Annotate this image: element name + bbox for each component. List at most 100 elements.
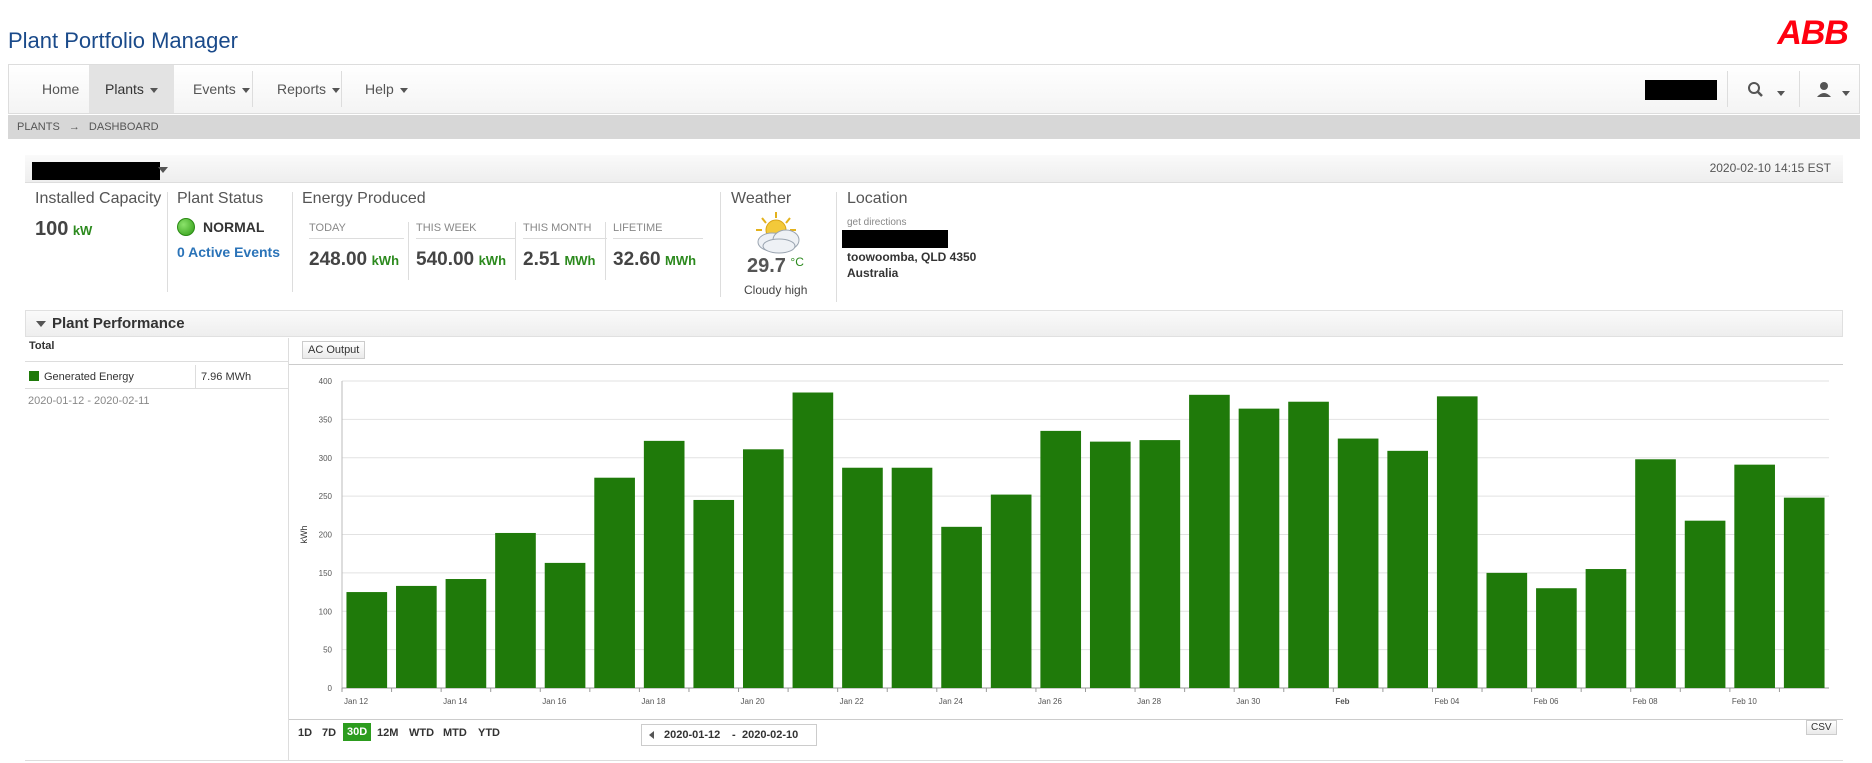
range-start: 2020-01-12 (664, 729, 721, 741)
cloudy-sun-icon (756, 212, 800, 254)
energy-month-label: THIS MONTH (523, 222, 607, 239)
y-tick-label: 100 (319, 607, 333, 616)
x-tick-label: Jan 18 (641, 697, 666, 706)
location-panel: Location (847, 190, 908, 208)
energy-today-unit: kWh (371, 253, 400, 268)
legend-total-header: Total (25, 338, 288, 362)
range-button-ytd[interactable]: YTD (478, 727, 500, 739)
energy-produced-title: Energy Produced (302, 190, 426, 207)
range-button-30d[interactable]: 30D (343, 723, 372, 741)
nav-help[interactable]: Help (349, 65, 424, 113)
ac-output-tab[interactable]: AC Output (302, 341, 366, 359)
legend-total-label: Total (29, 340, 55, 352)
bar-2020-01-25[interactable] (990, 494, 1032, 688)
range-button-1d[interactable]: 1D (298, 727, 312, 739)
bar-2020-01-17[interactable] (594, 477, 635, 688)
breadcrumb: PLANTS → DASHBOARD (8, 115, 1860, 139)
range-button-7d[interactable]: 7D (322, 727, 336, 739)
bar-2020-01-21[interactable] (792, 392, 834, 688)
bar-2020-01-30[interactable] (1238, 408, 1280, 688)
date-range-picker[interactable]: 2020-01-12 - 2020-02-10 (641, 724, 817, 746)
nav-events-label: Events (193, 81, 236, 97)
energy-week-value: 540.00 (416, 249, 475, 270)
timestamp: 2020-02-10 14:15 EST (1709, 161, 1831, 175)
bar-2020-01-14[interactable] (445, 579, 487, 688)
installed-capacity-value: 100 (35, 218, 69, 240)
bar-2020-02-06[interactable] (1585, 569, 1627, 688)
csv-button[interactable]: CSV (1806, 720, 1837, 735)
bar-2020-01-20[interactable] (742, 449, 784, 688)
nav-divider (1799, 71, 1800, 107)
bar-2020-02-04[interactable] (1486, 572, 1528, 688)
bar-2020-01-27[interactable] (1089, 441, 1131, 688)
bar-2020-02-10[interactable] (1783, 497, 1825, 688)
legend-series-value: 7.96 MWh (201, 371, 252, 383)
range-button-mtd[interactable]: MTD (443, 727, 467, 739)
range-button-wtd[interactable]: WTD (409, 727, 434, 739)
bar-2020-01-23[interactable] (891, 467, 933, 688)
breadcrumb-dashboard: DASHBOARD (88, 121, 159, 133)
bar-2020-01-24[interactable] (941, 526, 982, 688)
range-button-12m[interactable]: 12M (377, 727, 398, 739)
chevron-down-icon (332, 87, 341, 93)
plant-selector-dropdown[interactable] (157, 163, 169, 175)
plant-status-title: Plant Status (177, 190, 264, 207)
energy-lifetime-label: LIFETIME (613, 222, 703, 239)
nav-divider (341, 71, 342, 107)
bar-2020-02-08[interactable] (1684, 520, 1726, 688)
legend-series-label: Generated Energy (44, 371, 134, 383)
bar-2020-01-29[interactable] (1189, 394, 1230, 688)
kpi-divider (292, 192, 293, 292)
energy-bar-chart: 0 50 100 150 200 250 300 350 400 kWh Jan 12 Jan 14 J… (299, 377, 1829, 706)
nav-divider (252, 71, 253, 107)
search-icon (1748, 82, 1785, 97)
weather-temp: 29.7 (747, 255, 786, 277)
bar-2020-01-18[interactable] (643, 440, 685, 688)
x-tick-label: Feb 04 (1434, 697, 1459, 706)
x-tick-label: Jan 16 (542, 697, 567, 706)
energy-today: TODAY 248.00 kWh (309, 222, 404, 271)
abb-logo: ABB (1777, 14, 1849, 52)
bar-2020-02-05[interactable] (1536, 588, 1577, 688)
user-menu-button[interactable] (1809, 77, 1857, 103)
x-tick-label: Jan 22 (840, 697, 865, 706)
y-tick-label: 150 (319, 569, 333, 578)
nav-home[interactable]: Home (26, 65, 95, 113)
bar-2020-01-22[interactable] (842, 467, 883, 688)
bar-2020-01-19[interactable] (693, 499, 735, 688)
get-directions-link[interactable]: get directions (847, 217, 906, 228)
plant-performance-header[interactable]: Plant Performance (25, 310, 1843, 337)
redacted-plant-name (32, 162, 160, 180)
bar-2020-02-09[interactable] (1734, 464, 1775, 688)
bar-2020-01-16[interactable] (544, 562, 586, 688)
x-tick-label: Jan 26 (1038, 697, 1063, 706)
plant-status-value: NORMAL (203, 219, 265, 235)
bar-2020-02-07[interactable] (1635, 459, 1676, 688)
kpi-divider (408, 222, 409, 280)
x-tick-label: Jan 30 (1236, 697, 1261, 706)
search-menu-button[interactable] (1737, 77, 1797, 103)
location-city: toowoomba, QLD 4350 (847, 250, 977, 264)
chart-bottom-border (289, 719, 1843, 720)
breadcrumb-plants[interactable]: PLANTS (17, 121, 60, 133)
bar-2020-01-15[interactable] (495, 532, 536, 688)
bar-2020-01-12[interactable] (346, 592, 388, 688)
active-events-link[interactable]: 0 Active Events (177, 244, 280, 260)
energy-lifetime-value: 32.60 (613, 249, 661, 270)
bar-2020-01-28[interactable] (1139, 440, 1181, 688)
y-tick-label: 200 (319, 531, 333, 540)
chevron-left-icon[interactable] (649, 731, 654, 739)
bar-2020-01-26[interactable] (1040, 430, 1082, 688)
location-title: Location (847, 190, 908, 207)
x-tick-label: Jan 20 (741, 697, 766, 706)
y-axis-label: kWh (299, 526, 309, 544)
bar-2020-01-13[interactable] (396, 585, 437, 688)
user-icon (1817, 82, 1850, 97)
collapse-triangle-icon (36, 321, 46, 327)
bar-2020-02-02[interactable] (1387, 450, 1429, 688)
bar-2020-02-03[interactable] (1436, 396, 1478, 688)
nav-plants[interactable]: Plants (89, 65, 174, 113)
x-tick-label: Feb 06 (1534, 697, 1559, 706)
bar-2020-01-31[interactable] (1288, 401, 1329, 688)
bar-2020-02-01[interactable] (1337, 438, 1379, 688)
